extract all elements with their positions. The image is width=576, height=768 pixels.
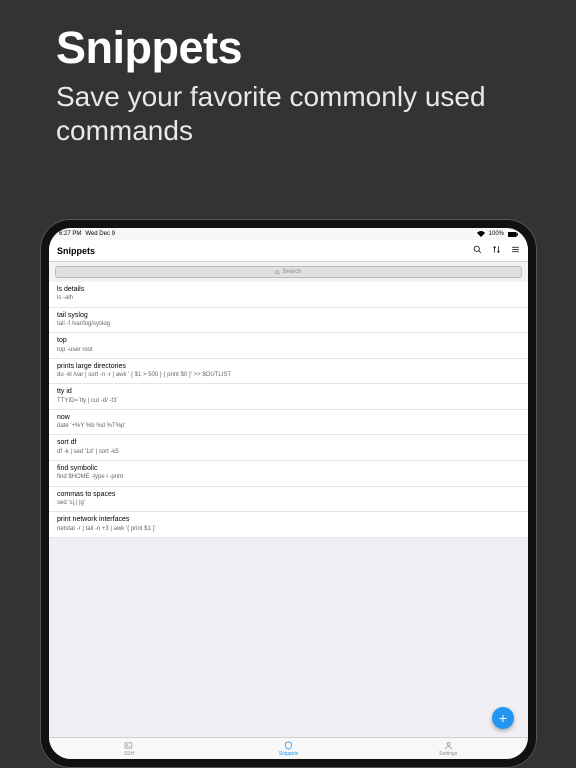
list-item[interactable]: tty id TTYID=`tty | cut -d/ -f3` (49, 384, 528, 410)
device-screen: 6:27 PM Wed Dec 9 100% Snippets (49, 228, 528, 759)
search-icon[interactable] (473, 245, 482, 256)
snippet-command: ls -alh (57, 295, 520, 302)
snippet-title: now (57, 414, 520, 422)
status-time: 6:27 PM (59, 231, 81, 237)
list-item[interactable]: sort df df -k | sed '1d' | sort -k5 (49, 435, 528, 461)
tab-label: Snippets (279, 751, 298, 757)
tab-settings[interactable]: Settings (368, 738, 528, 759)
tab-snippets[interactable]: Snippets (209, 738, 369, 759)
search-input[interactable]: Search (55, 266, 522, 278)
snippet-title: prints large directories (57, 363, 520, 371)
shield-icon (284, 741, 293, 750)
snippet-title: top (57, 337, 520, 345)
snippet-title: sort df (57, 439, 520, 447)
snippet-command: tail -f /var/log/syslog (57, 321, 520, 328)
battery-icon (508, 232, 518, 237)
status-date: Wed Dec 9 (85, 231, 115, 237)
snippet-list[interactable]: ls detailsls -alhtail syslogtail -f /var… (49, 282, 528, 737)
nav-bar: Snippets (49, 240, 528, 262)
list-item[interactable]: find symbolicfind $HOME -type l -print (49, 461, 528, 487)
list-item[interactable]: prints large directoriesdu -kl /var | so… (49, 359, 528, 385)
snippet-command: netstat -r | tail -n +3 | awk '{ print $… (57, 526, 520, 533)
status-battery-text: 100% (489, 231, 504, 237)
list-item[interactable]: tail syslogtail -f /var/log/syslog (49, 308, 528, 334)
person-icon (444, 741, 453, 750)
snippet-title: tail syslog (57, 312, 520, 320)
wifi-icon (477, 231, 485, 237)
list-item[interactable]: commas to spacessed 's|,| |g' (49, 487, 528, 513)
terminal-icon (124, 741, 133, 750)
search-glyph-icon (275, 270, 280, 275)
snippet-command: top -user root (57, 347, 520, 354)
promo-block: Snippets Save your favorite commonly use… (56, 22, 536, 148)
snippet-title: commas to spaces (57, 491, 520, 499)
snippet-title: find symbolic (57, 465, 520, 473)
device-frame: 6:27 PM Wed Dec 9 100% Snippets (40, 219, 537, 768)
sort-icon[interactable] (492, 245, 501, 256)
add-button[interactable]: + (492, 707, 514, 729)
snippet-command: df -k | sed '1d' | sort -k5 (57, 449, 520, 456)
tab-label: Settings (439, 751, 457, 757)
list-item[interactable]: print network interfaces netstat -r | tai… (49, 512, 528, 538)
status-bar: 6:27 PM Wed Dec 9 100% (49, 228, 528, 240)
snippet-command: TTYID=`tty | cut -d/ -f3` (57, 398, 520, 405)
snippet-command: date '+%Y %b %d %T%p' (57, 423, 520, 430)
snippet-command: sed 's|,| |g' (57, 500, 520, 507)
promo-title: Snippets (56, 22, 536, 74)
page-title: Snippets (57, 246, 95, 256)
search-placeholder: Search (282, 269, 301, 275)
list-item[interactable]: ls detailsls -alh (49, 282, 528, 308)
promo-subtitle: Save your favorite commonly used command… (56, 80, 536, 148)
tab-bar: SSH Snippets Settings (49, 737, 528, 759)
tab-ssh[interactable]: SSH (49, 738, 209, 759)
snippet-command: du -kl /var | sort -n -r | awk ' { $1 > … (57, 372, 520, 379)
tab-label: SSH (124, 751, 134, 757)
snippet-title: print network interfaces (57, 516, 520, 524)
snippet-command: find $HOME -type l -print (57, 474, 520, 481)
snippet-title: tty id (57, 388, 520, 396)
plus-icon: + (499, 710, 507, 726)
menu-icon[interactable] (511, 245, 520, 256)
snippet-title: ls details (57, 286, 520, 294)
list-item[interactable]: top top -user root (49, 333, 528, 359)
list-item[interactable]: nowdate '+%Y %b %d %T%p' (49, 410, 528, 436)
